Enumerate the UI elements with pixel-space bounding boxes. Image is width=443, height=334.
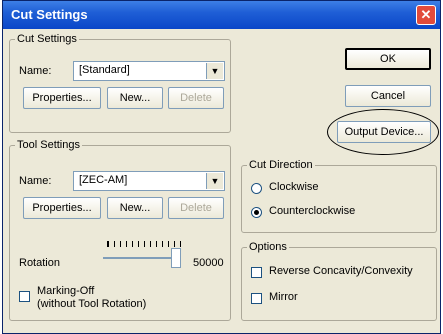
cut-new-button[interactable]: New... <box>107 87 163 109</box>
cut-name-label: Name: <box>19 65 52 77</box>
clockwise-radio[interactable] <box>251 183 262 194</box>
tool-properties-button[interactable]: Properties... <box>23 197 101 219</box>
counterclockwise-radio[interactable] <box>251 207 262 218</box>
counterclockwise-label: Counterclockwise <box>269 205 356 217</box>
window-title: Cut Settings <box>11 7 88 22</box>
rotation-slider-thumb[interactable] <box>171 248 181 268</box>
highlight-ellipse <box>327 109 439 155</box>
ok-button[interactable]: OK <box>345 48 431 70</box>
tool-new-button[interactable]: New... <box>107 197 163 219</box>
chevron-down-icon[interactable]: ▼ <box>206 63 223 79</box>
tool-name-value: [ZEC-AM] <box>79 174 128 186</box>
slider-ticks <box>107 241 181 247</box>
reverse-checkbox[interactable] <box>251 267 262 278</box>
mirror-checkbox[interactable] <box>251 293 262 304</box>
cut-direction-legend: Cut Direction <box>249 159 313 171</box>
rotation-label: Rotation <box>19 257 60 269</box>
cut-properties-button[interactable]: Properties... <box>23 87 101 109</box>
rotation-value: 50000 <box>193 257 224 269</box>
close-icon[interactable]: ✕ <box>416 5 436 25</box>
cut-settings-group: Cut Settings <box>9 33 231 133</box>
options-group: Options <box>241 241 437 321</box>
cut-direction-group: Cut Direction <box>241 159 437 233</box>
marking-off-sub-label: (without Tool Rotation) <box>37 298 147 310</box>
cut-name-value: [Standard] <box>79 64 130 76</box>
tool-settings-legend: Tool Settings <box>17 139 80 151</box>
title-bar[interactable]: Cut Settings ✕ <box>3 1 440 29</box>
marking-off-checkbox[interactable] <box>19 291 30 302</box>
options-legend: Options <box>249 241 287 253</box>
rotation-slider-track[interactable] <box>103 257 179 259</box>
mirror-label: Mirror <box>269 291 298 303</box>
cut-delete-button: Delete <box>168 87 224 109</box>
cut-name-select[interactable]: [Standard] ▼ <box>73 61 225 81</box>
clockwise-label: Clockwise <box>269 181 319 193</box>
tool-delete-button: Delete <box>168 197 224 219</box>
cut-settings-window: Cut Settings ✕ Cut Settings Name: [Stand… <box>2 0 441 334</box>
marking-off-label: Marking-Off <box>37 285 95 297</box>
tool-name-select[interactable]: [ZEC-AM] ▼ <box>73 171 225 191</box>
cancel-button[interactable]: Cancel <box>345 85 431 107</box>
cut-settings-legend: Cut Settings <box>17 33 77 45</box>
reverse-label: Reverse Concavity/Convexity <box>269 265 413 277</box>
tool-name-label: Name: <box>19 175 52 187</box>
chevron-down-icon[interactable]: ▼ <box>206 173 223 189</box>
